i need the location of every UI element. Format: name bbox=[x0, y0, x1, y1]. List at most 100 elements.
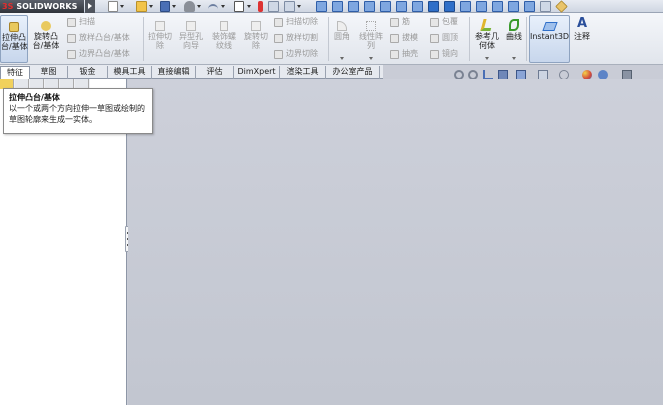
tooltip-title: 拉伸凸台/基体 bbox=[9, 93, 60, 102]
cosmetic-thread-button[interactable]: 装饰螺 纹线 bbox=[209, 15, 239, 63]
print-dropdown-icon[interactable] bbox=[197, 5, 201, 8]
instant3d-button[interactable]: Instant3D bbox=[529, 15, 570, 63]
linear-pattern-dropdown-icon[interactable] bbox=[369, 57, 373, 60]
draft-button[interactable]: 拔模 bbox=[390, 32, 418, 44]
four-view-icon[interactable] bbox=[524, 1, 535, 12]
boundary-boss-icon bbox=[67, 50, 76, 59]
loft-button[interactable]: 放样凸台/基体 bbox=[67, 32, 130, 44]
rib-label: 筋 bbox=[402, 17, 410, 26]
reference-geometry-button[interactable]: 参考几 何体 bbox=[472, 15, 502, 63]
revolve-boss-button[interactable]: 旋转凸 台/基体 bbox=[31, 15, 61, 63]
open-folder-icon[interactable] bbox=[136, 1, 147, 12]
hole-wizard-button[interactable]: 异型孔 向导 bbox=[176, 15, 206, 63]
view-top-icon[interactable] bbox=[396, 1, 407, 12]
rib-icon bbox=[390, 18, 399, 27]
undo-dropdown-icon[interactable] bbox=[221, 5, 225, 8]
view-isometric-icon[interactable] bbox=[428, 1, 439, 12]
tab-sheet-metal[interactable]: 钣金 bbox=[68, 66, 108, 79]
tab-render-tools[interactable]: 渲染工具 bbox=[280, 66, 326, 79]
tab-sketch[interactable]: 草图 bbox=[30, 66, 68, 79]
wrap-button[interactable]: 包覆 bbox=[430, 16, 458, 28]
file-properties-icon[interactable] bbox=[268, 1, 279, 12]
tab-mold-tools[interactable]: 模具工具 bbox=[108, 66, 152, 79]
view-front-icon[interactable] bbox=[332, 1, 343, 12]
menu-expand-arrow-icon[interactable] bbox=[85, 0, 95, 13]
sweep-label: 扫描 bbox=[79, 17, 95, 26]
view-bottom-icon[interactable] bbox=[412, 1, 423, 12]
loft-icon bbox=[67, 34, 76, 43]
mirror-button[interactable]: 镜向 bbox=[430, 48, 458, 60]
swept-cut-label: 扫描切除 bbox=[286, 17, 318, 26]
extrude-boss-button[interactable]: 拉伸凸 台/基体 bbox=[0, 15, 28, 63]
separator bbox=[143, 17, 144, 61]
options-dropdown-icon[interactable] bbox=[297, 5, 301, 8]
extrude-boss-label: 拉伸凸 台/基体 bbox=[1, 33, 28, 51]
loft-label: 放样凸台/基体 bbox=[79, 33, 130, 42]
curves-dropdown-icon[interactable] bbox=[512, 57, 516, 60]
view-trimetric-icon[interactable] bbox=[444, 1, 455, 12]
logo-prefix: 3S bbox=[2, 2, 14, 11]
tab-features[interactable]: 特征 bbox=[0, 66, 30, 79]
separator bbox=[469, 17, 470, 61]
annotation-button[interactable]: A 注释 bbox=[572, 15, 592, 63]
save-icon[interactable] bbox=[160, 1, 170, 12]
extrude-cut-label: 拉伸切 除 bbox=[148, 32, 172, 50]
solidworks-logo[interactable]: 3S SOLIDWORKS bbox=[0, 0, 84, 13]
link-views-icon[interactable] bbox=[540, 1, 551, 12]
boundary-cut-button[interactable]: 边界切除 bbox=[274, 48, 318, 60]
extrude-cut-button[interactable]: 拉伸切 除 bbox=[146, 15, 174, 63]
options-icon[interactable] bbox=[284, 1, 295, 12]
shell-label: 抽壳 bbox=[402, 49, 418, 58]
graphics-area[interactable] bbox=[128, 79, 663, 405]
shell-button[interactable]: 抽壳 bbox=[390, 48, 418, 60]
shell-icon bbox=[390, 50, 399, 59]
lofted-cut-button[interactable]: 放样切割 bbox=[274, 32, 318, 44]
view-right-icon[interactable] bbox=[380, 1, 391, 12]
select-dropdown-icon[interactable] bbox=[247, 5, 251, 8]
annotation-icon: A bbox=[576, 16, 588, 31]
two-view-icon[interactable] bbox=[508, 1, 519, 12]
sweep-button[interactable]: 扫描 bbox=[67, 16, 95, 28]
tooltip: 拉伸凸台/基体 以一个或两个方向拉伸一草图或绘制的草图轮廓来生成一实体。 bbox=[3, 88, 153, 134]
separator bbox=[526, 17, 527, 61]
swept-cut-button[interactable]: 扫描切除 bbox=[274, 16, 318, 28]
curves-icon bbox=[509, 19, 519, 31]
normal-to-icon[interactable] bbox=[476, 1, 487, 12]
tooltip-body: 以一个或两个方向拉伸一草图或绘制的草图轮廓来生成一实体。 bbox=[9, 104, 145, 124]
reference-geometry-label: 参考几 何体 bbox=[475, 32, 499, 50]
single-view-icon[interactable] bbox=[492, 1, 503, 12]
select-pointer-icon[interactable] bbox=[234, 1, 244, 12]
view-back-icon[interactable] bbox=[348, 1, 359, 12]
tab-direct-editing[interactable]: 直接编辑 bbox=[152, 66, 196, 79]
open-dropdown-icon[interactable] bbox=[149, 5, 153, 8]
view-cube-icon[interactable] bbox=[316, 1, 327, 12]
dome-label: 圆顶 bbox=[442, 33, 458, 42]
linear-pattern-button[interactable]: 线性阵 列 bbox=[356, 15, 386, 63]
wrap-icon bbox=[430, 18, 439, 27]
fillet-button[interactable]: 圆角 bbox=[331, 15, 353, 63]
rebuild-icon[interactable] bbox=[258, 1, 263, 12]
dome-button[interactable]: 圆顶 bbox=[430, 32, 458, 44]
save-dropdown-icon[interactable] bbox=[172, 5, 176, 8]
boundary-boss-button[interactable]: 边界凸台/基体 bbox=[67, 48, 130, 60]
curves-button[interactable]: 曲线 bbox=[503, 15, 525, 63]
revolve-cut-button[interactable]: 旋转切 除 bbox=[242, 15, 270, 63]
fillet-icon bbox=[337, 21, 347, 31]
curves-label: 曲线 bbox=[506, 32, 522, 41]
undo-icon[interactable] bbox=[208, 4, 218, 10]
instant3d-label: Instant3D bbox=[530, 32, 570, 41]
view-left-icon[interactable] bbox=[364, 1, 375, 12]
linear-pattern-icon bbox=[366, 21, 376, 31]
print-icon[interactable] bbox=[184, 1, 195, 12]
new-document-icon[interactable] bbox=[108, 1, 118, 12]
tab-office-products[interactable]: 办公室产品 bbox=[326, 66, 380, 79]
tab-dimxpert[interactable]: DimXpert bbox=[234, 66, 280, 79]
tab-evaluate[interactable]: 评估 bbox=[196, 66, 234, 79]
annotation-label: 注释 bbox=[574, 32, 590, 41]
fillet-dropdown-icon[interactable] bbox=[340, 57, 344, 60]
reference-geometry-dropdown-icon[interactable] bbox=[485, 57, 489, 60]
tools-icon[interactable] bbox=[555, 0, 568, 13]
rib-button[interactable]: 筋 bbox=[390, 16, 410, 28]
view-dimetric-icon[interactable] bbox=[460, 1, 471, 12]
new-dropdown-icon[interactable] bbox=[120, 5, 124, 8]
